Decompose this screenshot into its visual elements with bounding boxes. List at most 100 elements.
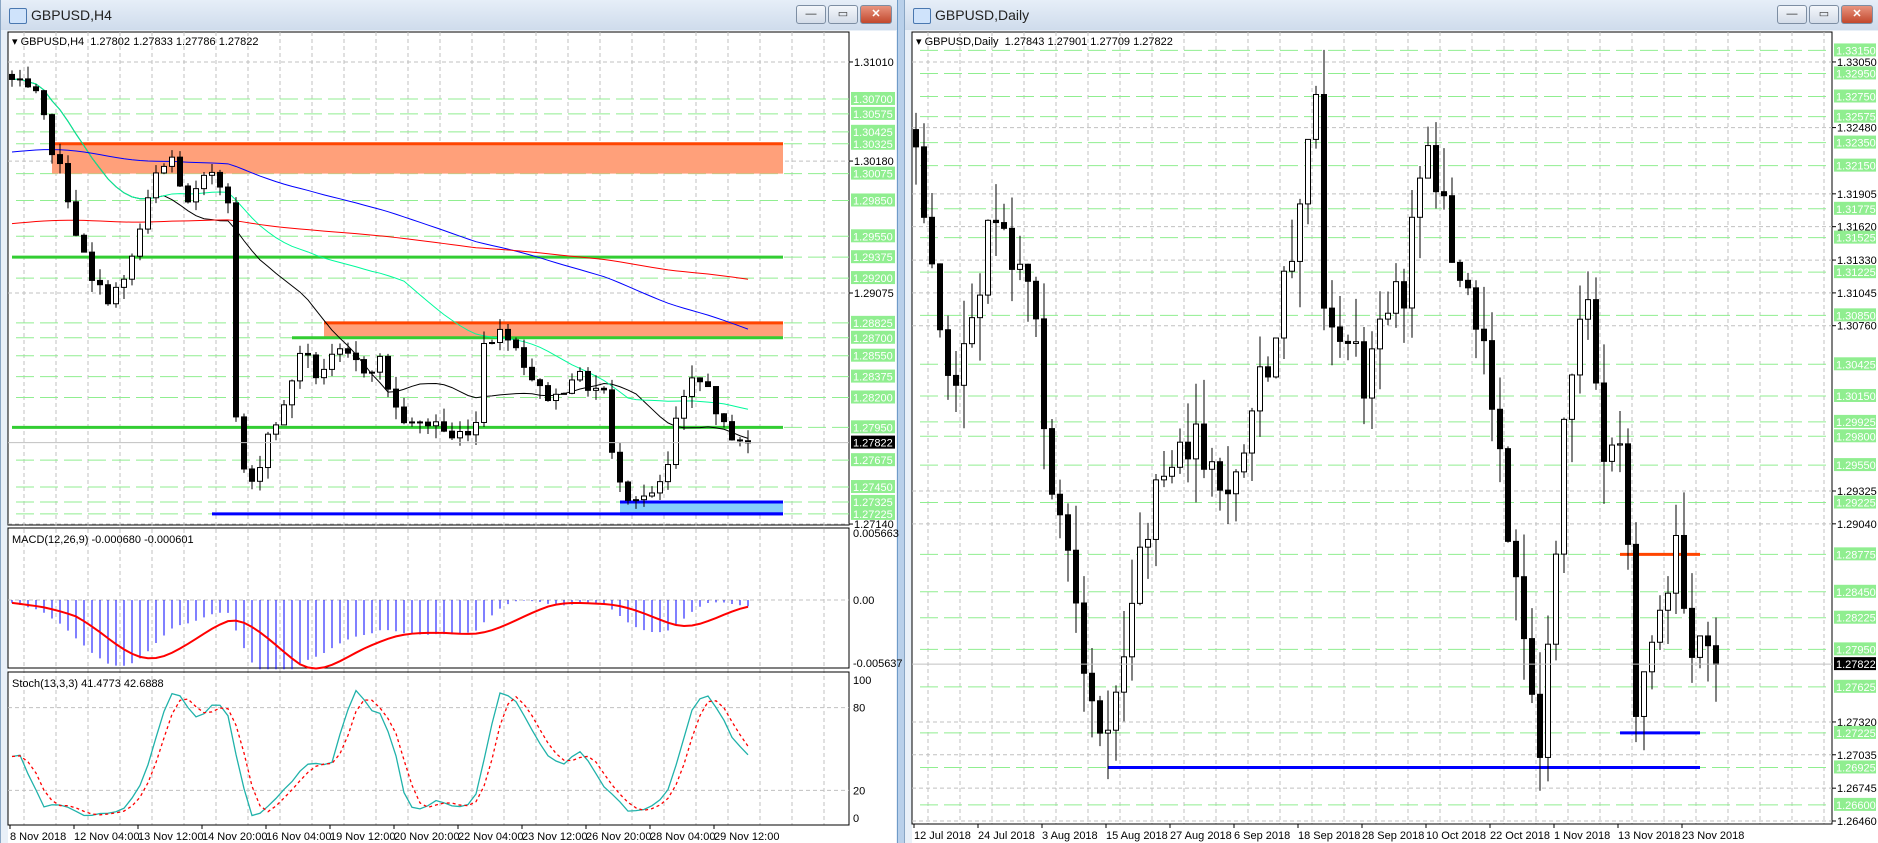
candle-body <box>1033 280 1039 320</box>
candle-body <box>209 171 215 176</box>
level-label: 1.30325 <box>853 139 893 151</box>
candle-body <box>1649 641 1655 673</box>
candle-body <box>937 263 943 331</box>
time-axis-label: 8 Nov 2018 <box>10 831 66 843</box>
candle-body <box>529 366 535 381</box>
stoch-panel-frame <box>7 671 850 826</box>
candle-body <box>625 481 631 501</box>
candle-body <box>1617 443 1623 446</box>
candle-body <box>417 421 423 424</box>
level-label: 1.27950 <box>853 422 893 434</box>
candle-body <box>1177 441 1183 468</box>
candle-body <box>1457 261 1463 281</box>
candle-body <box>681 395 687 419</box>
candle-body <box>1705 635 1711 647</box>
candle-body <box>65 163 71 203</box>
time-axis-label: 12 Jul 2018 <box>914 830 971 842</box>
stoch-label: Stoch(13,3,3) 41.4773 42.6888 <box>12 678 164 690</box>
level-label: 1.30425 <box>1836 359 1876 371</box>
candle-body <box>9 73 15 80</box>
stoch-main-line <box>11 689 749 817</box>
price-tick-label: 1.31045 <box>1837 288 1877 300</box>
candle-body <box>993 219 999 224</box>
candle-body <box>593 387 599 391</box>
candle-body <box>1185 441 1191 460</box>
level-label: 1.28375 <box>853 372 893 384</box>
candle-body <box>1537 693 1543 758</box>
time-axis-label: 12 Nov 04:00 <box>74 831 139 843</box>
level-label: 1.29225 <box>1836 498 1876 510</box>
candle-body <box>585 370 591 391</box>
candle-body <box>41 90 47 116</box>
candle-body <box>193 188 199 203</box>
candle-body <box>497 328 503 344</box>
level-label: 1.27225 <box>853 509 893 521</box>
candle-body <box>689 377 695 397</box>
candle-body <box>649 492 655 497</box>
candle-body <box>25 78 31 88</box>
level-label: 1.26600 <box>1836 800 1876 812</box>
candle-body <box>177 156 183 187</box>
level-label: 1.26925 <box>1836 762 1876 774</box>
candle-body <box>1129 602 1135 658</box>
candle-body <box>1153 479 1159 540</box>
level-label: 1.27950 <box>1836 644 1876 656</box>
level-label: 1.29850 <box>853 195 893 207</box>
candle-body <box>1217 461 1223 491</box>
time-axis-label: 6 Sep 2018 <box>1234 830 1290 842</box>
level-label: 1.32575 <box>1836 112 1876 124</box>
candle-body <box>1505 448 1511 542</box>
time-axis-label: 13 Nov 2018 <box>1618 830 1680 842</box>
candle-body <box>385 355 391 390</box>
candle-body <box>913 129 919 148</box>
macd-panel-frame <box>7 527 850 669</box>
candle-body <box>1633 543 1639 717</box>
candle-body <box>1001 222 1007 229</box>
candle-body <box>233 202 239 418</box>
price-tick-label: 1.29075 <box>854 288 894 300</box>
candle-body <box>449 430 455 439</box>
candle-body <box>161 165 167 174</box>
candle-body <box>1513 540 1519 578</box>
level-label: 1.31775 <box>1836 204 1876 216</box>
stoch-axis-label: 20 <box>853 785 865 797</box>
candle-body <box>377 355 383 373</box>
candle-body <box>1089 672 1095 702</box>
time-axis-label: 14 Nov 20:00 <box>202 831 267 843</box>
level-label: 1.27225 <box>1836 728 1876 740</box>
candle-body <box>1073 549 1079 604</box>
level-label: 1.30150 <box>1836 391 1876 403</box>
candle-body <box>393 388 399 408</box>
level-label: 1.28550 <box>853 351 893 363</box>
candle-body <box>1057 493 1063 516</box>
candle-body <box>737 439 743 442</box>
candle-body <box>1609 444 1615 462</box>
candle-body <box>1521 576 1527 640</box>
candle-body <box>1713 645 1719 665</box>
candle-body <box>1081 602 1087 674</box>
current-price-label: 1.27822 <box>1836 659 1876 671</box>
level-label: 1.28450 <box>1836 587 1876 599</box>
level-label: 1.27450 <box>853 482 893 494</box>
level-label: 1.29925 <box>1836 417 1876 429</box>
macd-axis-top: 0.005663 <box>853 528 899 540</box>
candle-body <box>1257 366 1263 412</box>
level-label: 1.33150 <box>1836 45 1876 57</box>
time-axis-label: 24 Jul 2018 <box>978 830 1035 842</box>
candle-body <box>33 86 39 92</box>
candle-body <box>601 387 607 391</box>
time-axis-label: 13 Nov 12:00 <box>138 831 203 843</box>
price-tick-label: 1.26745 <box>1837 783 1877 795</box>
candle-body <box>1393 281 1399 314</box>
candle-body <box>561 392 567 395</box>
candle-body <box>1233 471 1239 495</box>
macd-label: MACD(12,26,9) -0.000680 -0.000601 <box>12 534 194 546</box>
candle-body <box>1361 341 1367 399</box>
candle-body <box>353 352 359 361</box>
candle-body <box>57 154 63 165</box>
candle-body <box>153 172 159 199</box>
level-label: 1.28775 <box>1836 549 1876 561</box>
candle-body <box>1193 423 1199 460</box>
candle-body <box>249 468 255 482</box>
candle-body <box>409 421 415 424</box>
